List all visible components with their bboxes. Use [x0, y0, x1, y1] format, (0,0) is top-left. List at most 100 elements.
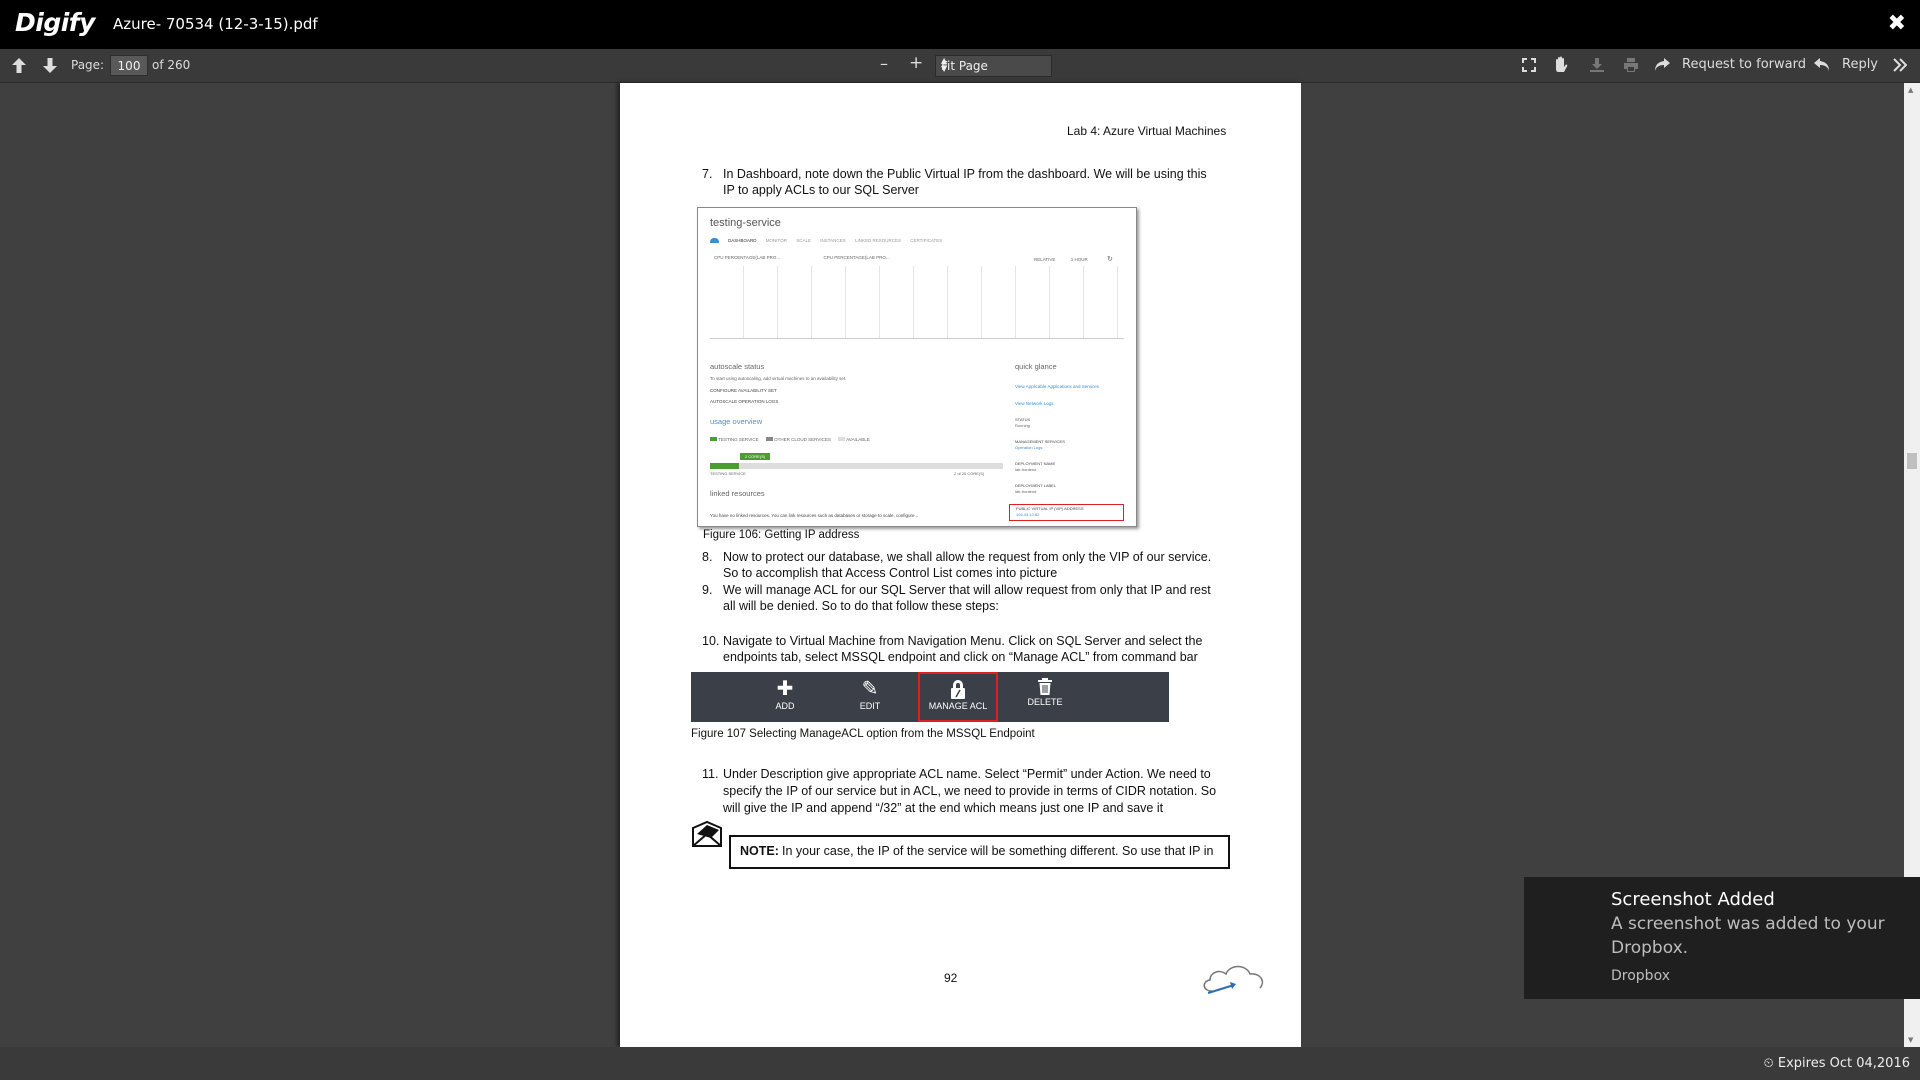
zoom-out-button[interactable]: –	[880, 54, 888, 73]
vip-value: 104.43.10.82	[1016, 512, 1040, 517]
usage-cores-badge: 2 CORE(S)	[740, 453, 770, 460]
next-page-icon[interactable]	[42, 57, 58, 74]
toast-body-line-2: Dropbox.	[1611, 938, 1689, 958]
glance-deployname-key: DEPLOYMENT NAME	[1015, 461, 1056, 466]
usage-bar	[710, 463, 1003, 469]
usage-service-label: TESTING SERVICE	[710, 471, 746, 476]
expand-panel-icon[interactable]	[1893, 58, 1907, 72]
usage-legend: TESTING SERVICE OTHER CLOUD SERVICES AVA…	[710, 437, 870, 442]
pencil-icon: ✎	[861, 678, 879, 700]
note-label: NOTE:	[740, 844, 779, 858]
scrollbar-thumb[interactable]	[1907, 453, 1917, 469]
glance-deploylabel-key: DEPLOYMENT LABEL	[1015, 483, 1057, 488]
glance-mgmt-key: MANAGEMENT SERVICES	[1015, 439, 1065, 444]
cmd-delete-label: DELETE	[1027, 697, 1063, 707]
cmd-add: ✚ ADD	[745, 672, 825, 722]
tab-linked-resources: LINKED RESOURCES	[854, 238, 901, 243]
close-icon[interactable]: ✖	[1888, 12, 1906, 36]
tab-instances: INSTANCES	[820, 238, 846, 243]
cloud-logo-icon	[1203, 965, 1264, 994]
autoscale-text: To start using autoscaling, add virtual …	[710, 376, 847, 381]
step-8-number: 8.	[702, 550, 713, 564]
expiry-info: ⏲ Expires Oct 04,2016	[1764, 1056, 1910, 1071]
monitor-chart	[710, 266, 1124, 339]
glance-link-1: View Applicable Applications and Service…	[1015, 384, 1099, 389]
cmd-delete: DELETE	[1005, 672, 1085, 722]
trash-icon	[1038, 678, 1052, 695]
step-9-line-2: all will be denied. So to do that follow…	[723, 599, 999, 613]
glance-link-2: View Network Logs	[1015, 401, 1054, 406]
forward-icon[interactable]	[1654, 57, 1670, 72]
legend-swatch-gray	[765, 437, 773, 441]
legend-swatch-light	[838, 437, 846, 441]
viewer-toolbar: Page: of 260 – + Fit Page ▲▼ Request to …	[0, 49, 1920, 83]
legend-swatch-green	[710, 437, 717, 441]
tab-dashboard: DASHBOARD	[728, 238, 757, 243]
expiry-text: Expires Oct 04,2016	[1777, 1056, 1910, 1071]
pdf-page: Lab 4: Azure Virtual Machines 7. In Dash…	[620, 83, 1301, 1047]
document-title: Azure- 70534 (12-3-15).pdf	[113, 15, 318, 33]
autoscale-logs-link: AUTOSCALE OPERATION LOGS	[710, 399, 779, 404]
request-to-forward-button[interactable]: Request to forward	[1682, 57, 1806, 72]
toast-body-line-1: A screenshot was added to your	[1611, 914, 1885, 934]
tab-monitor: MONITOR	[765, 238, 787, 243]
clock-icon: ⏲	[1763, 1056, 1774, 1071]
step-10-line-1: Navigate to Virtual Machine from Navigat…	[723, 634, 1203, 648]
step-7-number: 7.	[702, 167, 713, 181]
previous-page-icon[interactable]	[11, 57, 27, 74]
zoom-select[interactable]: Fit Page ▲ ▼	[935, 55, 1052, 77]
status-bar: ⏲ Expires Oct 04,2016	[0, 1047, 1920, 1080]
cloud-service-icon	[710, 238, 719, 243]
print-icon[interactable]	[1623, 57, 1639, 73]
autoscale-title: autoscale status	[710, 362, 765, 371]
cmd-manage-acl-label: MANAGE ACL	[928, 701, 988, 711]
cmd-edit: ✎ EDIT	[830, 672, 910, 722]
page-number-input[interactable]	[110, 55, 148, 76]
glance-deployname-value: lab-frontend	[1015, 467, 1037, 472]
reply-button[interactable]: Reply	[1842, 57, 1878, 72]
hand-tool-icon[interactable]	[1553, 56, 1569, 74]
cmd-add-label: ADD	[775, 701, 795, 711]
figure-106-screenshot: testing-service DASHBOARD MONITOR SCALE …	[697, 207, 1137, 527]
refresh-icon: ↻	[1106, 256, 1113, 263]
dropbox-toast-notification[interactable]: Screenshot Added A screenshot was added …	[1524, 877, 1920, 999]
page-label: Page:	[71, 58, 105, 72]
toast-title: Screenshot Added	[1611, 889, 1775, 910]
select-arrows-icon: ▲ ▼	[941, 56, 948, 73]
glance-title: quick glance	[1015, 362, 1057, 371]
step-7-line-1: In Dashboard, note down the Public Virtu…	[723, 167, 1207, 181]
usage-title: usage overview	[710, 417, 763, 426]
cmd-edit-label: EDIT	[859, 701, 881, 711]
page-total: of 260	[152, 58, 191, 72]
step-9-number: 9.	[702, 583, 713, 597]
lock-icon	[951, 680, 965, 699]
figure-107-caption: Figure 107 Selecting ManageACL option fr…	[691, 728, 1035, 740]
note-text: In your case, the IP of the service will…	[782, 844, 1214, 858]
tab-certificates: CERTIFICATES	[910, 238, 943, 243]
glance-deploylabel-value: lab-frontend	[1015, 489, 1037, 494]
figure-107-command-bar: ✚ ADD ✎ EDIT MANAGE ACL DELETE	[691, 672, 1169, 722]
zoom-in-button[interactable]: +	[909, 53, 923, 73]
note-box: NOTE: In your case, the IP of the servic…	[729, 835, 1230, 869]
service-title: testing-service	[710, 217, 781, 229]
chart-range: RELATIVE 1 HOUR ↻	[1034, 255, 1113, 263]
reply-icon[interactable]	[1814, 57, 1830, 72]
glance-status-key: STATUS	[1015, 417, 1031, 422]
step-11-line-2: specify the IP of our service but in ACL…	[723, 784, 1217, 798]
digify-logo: Digify	[15, 8, 95, 37]
scroll-up-arrow-icon[interactable]: ▲	[1908, 86, 1913, 94]
step-8-line-2: So to accomplish that Access Control Lis…	[723, 566, 1058, 580]
fullscreen-icon[interactable]	[1521, 57, 1537, 73]
figure-106-caption: Figure 106: Getting IP address	[703, 529, 860, 541]
download-icon[interactable]	[1589, 57, 1605, 73]
scroll-down-arrow-icon[interactable]: ▼	[1908, 1036, 1913, 1044]
page-header: Lab 4: Azure Virtual Machines	[1067, 124, 1227, 138]
step-10-line-2: endpoints tab, select MSSQL endpoint and…	[723, 650, 1198, 664]
linked-text: You have no linked resources. You can li…	[710, 513, 919, 518]
note-envelope-icon	[692, 820, 722, 847]
range-relative: RELATIVE	[1034, 257, 1056, 262]
step-11-line-3: will give the IP and append “/32” at the…	[723, 801, 1164, 815]
add-icon: ✚	[776, 678, 794, 700]
usage-legend-available: AVAILABLE	[846, 437, 870, 442]
step-11-number: 11.	[702, 767, 719, 781]
